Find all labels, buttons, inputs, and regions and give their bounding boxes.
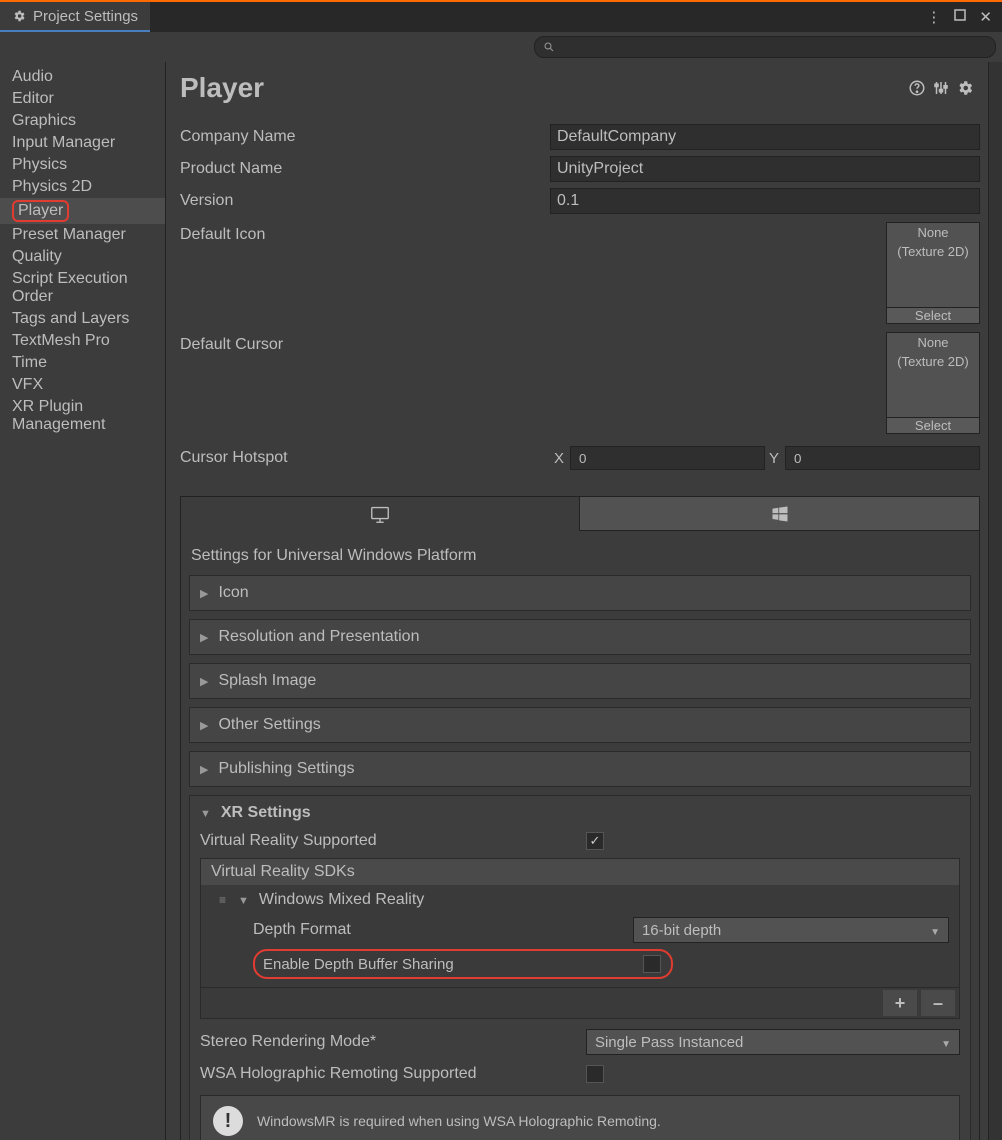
- titlebar: Project Settings ⋮ ✕: [0, 2, 1002, 32]
- sidebar-item-tags-and-layers[interactable]: Tags and Layers: [0, 308, 165, 330]
- sidebar-item-script-execution-order[interactable]: Script Execution Order: [0, 268, 165, 308]
- depth-format-dropdown[interactable]: 16-bit depth: [633, 917, 949, 943]
- default-cursor-select[interactable]: Select: [887, 417, 979, 433]
- section-resolution[interactable]: Resolution and Presentation: [189, 619, 971, 655]
- menu-icon[interactable]: ⋮: [926, 8, 941, 26]
- vr-sdks-label: Virtual Reality SDKs: [201, 859, 959, 885]
- chevron-down-icon: [238, 891, 249, 909]
- sidebar-item-quality[interactable]: Quality: [0, 246, 165, 268]
- sidebar: AudioEditorGraphicsInput ManagerPhysicsP…: [0, 62, 166, 1140]
- version-input[interactable]: [550, 188, 980, 214]
- default-cursor-label: Default Cursor: [180, 332, 550, 354]
- chevron-right-icon: [200, 716, 208, 734]
- sidebar-item-player[interactable]: Player: [0, 198, 165, 224]
- sidebar-item-physics-2d[interactable]: Physics 2D: [0, 176, 165, 198]
- hotspot-x-label: X: [554, 450, 564, 467]
- monitor-icon: [369, 503, 391, 525]
- sidebar-item-vfx[interactable]: VFX: [0, 374, 165, 396]
- default-icon-label: Default Icon: [180, 222, 550, 244]
- wsa-remoting-label: WSA Holographic Remoting Supported: [200, 1065, 586, 1083]
- chevron-right-icon: [200, 672, 208, 690]
- hotspot-x-input[interactable]: [570, 446, 765, 470]
- version-label: Version: [180, 192, 550, 210]
- vr-supported-label: Virtual Reality Supported: [200, 832, 586, 850]
- add-sdk-button[interactable]: +: [883, 990, 917, 1016]
- search-icon: [543, 41, 555, 53]
- sidebar-item-editor[interactable]: Editor: [0, 88, 165, 110]
- remove-sdk-button[interactable]: –: [921, 990, 955, 1016]
- vr-supported-checkbox[interactable]: ✓: [586, 832, 604, 850]
- chevron-right-icon: [200, 584, 208, 602]
- chevron-down-icon: [941, 1034, 951, 1051]
- sidebar-item-xr-plugin-management[interactable]: XR Plugin Management: [0, 396, 165, 436]
- wsa-remoting-checkbox[interactable]: [586, 1065, 604, 1083]
- company-name-label: Company Name: [180, 128, 550, 146]
- drag-handle-icon[interactable]: ≡: [219, 893, 228, 907]
- sdk-windows-mr[interactable]: ≡ Windows Mixed Reality: [219, 891, 949, 909]
- depth-format-label: Depth Format: [253, 921, 633, 939]
- section-other[interactable]: Other Settings: [189, 707, 971, 743]
- help-icon[interactable]: [908, 79, 932, 97]
- section-xr[interactable]: XR Settings: [200, 804, 960, 822]
- scrollbar[interactable]: [988, 62, 1002, 1140]
- sidebar-item-input-manager[interactable]: Input Manager: [0, 132, 165, 154]
- section-publishing[interactable]: Publishing Settings: [189, 751, 971, 787]
- platform-settings-label: Settings for Universal Windows Platform: [191, 547, 969, 565]
- sidebar-item-physics[interactable]: Physics: [0, 154, 165, 176]
- page-title: Player: [180, 72, 908, 104]
- chevron-right-icon: [200, 760, 208, 778]
- stereo-mode-label: Stereo Rendering Mode*: [200, 1033, 586, 1051]
- maximize-icon[interactable]: [953, 8, 967, 26]
- tab-project-settings[interactable]: Project Settings: [0, 2, 150, 32]
- section-icon[interactable]: Icon: [189, 575, 971, 611]
- chevron-right-icon: [200, 628, 208, 646]
- chevron-down-icon: [930, 922, 940, 939]
- platform-tab-standalone[interactable]: [181, 497, 580, 531]
- chevron-down-icon: [200, 804, 211, 822]
- search-input[interactable]: [534, 36, 996, 58]
- tab-label: Project Settings: [33, 8, 138, 25]
- sidebar-item-time[interactable]: Time: [0, 352, 165, 374]
- product-name-input[interactable]: [550, 156, 980, 182]
- section-splash[interactable]: Splash Image: [189, 663, 971, 699]
- settings-gear-icon[interactable]: [956, 79, 980, 97]
- info-banner: ! WindowsMR is required when using WSA H…: [200, 1095, 960, 1140]
- product-name-label: Product Name: [180, 160, 550, 178]
- info-text: WindowsMR is required when using WSA Hol…: [257, 1113, 661, 1129]
- hotspot-y-label: Y: [769, 450, 779, 467]
- hotspot-y-input[interactable]: [785, 446, 980, 470]
- company-name-input[interactable]: [550, 124, 980, 150]
- info-icon: !: [213, 1106, 243, 1136]
- sidebar-item-audio[interactable]: Audio: [0, 66, 165, 88]
- sidebar-item-textmesh-pro[interactable]: TextMesh Pro: [0, 330, 165, 352]
- platform-tab-uwp[interactable]: [579, 497, 979, 531]
- cursor-hotspot-label: Cursor Hotspot: [180, 449, 550, 467]
- windows-icon: [770, 504, 790, 524]
- default-cursor-picker[interactable]: None (Texture 2D) Select: [886, 332, 980, 434]
- close-icon[interactable]: ✕: [979, 8, 992, 26]
- stereo-mode-dropdown[interactable]: Single Pass Instanced: [586, 1029, 960, 1055]
- gear-icon: [12, 9, 26, 23]
- default-icon-select[interactable]: Select: [887, 307, 979, 323]
- depth-sharing-label: Enable Depth Buffer Sharing: [263, 956, 643, 973]
- default-icon-picker[interactable]: None (Texture 2D) Select: [886, 222, 980, 324]
- depth-sharing-checkbox[interactable]: [643, 955, 661, 973]
- sidebar-item-preset-manager[interactable]: Preset Manager: [0, 224, 165, 246]
- preset-icon[interactable]: [932, 79, 956, 97]
- sidebar-item-graphics[interactable]: Graphics: [0, 110, 165, 132]
